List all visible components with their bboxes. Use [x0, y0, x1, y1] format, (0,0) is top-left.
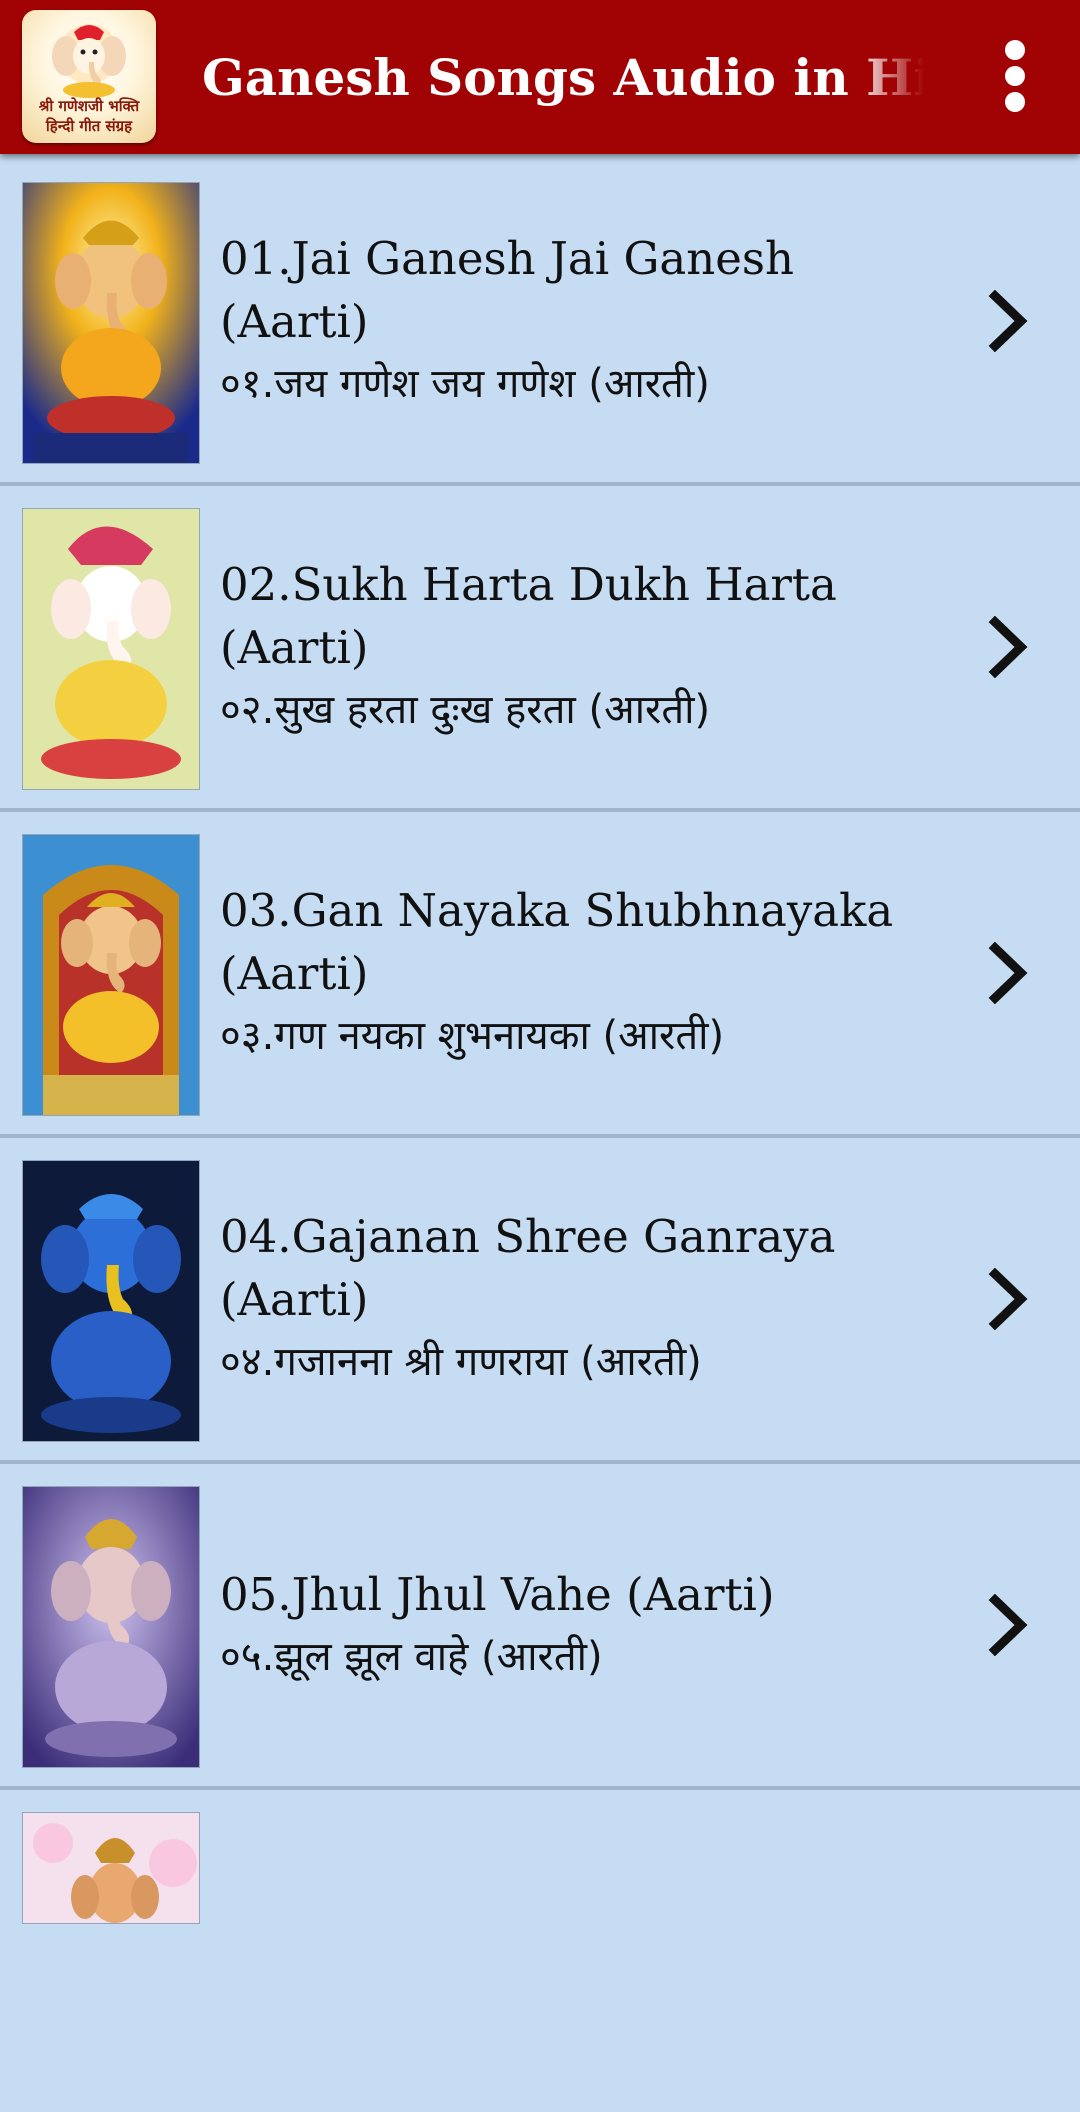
song-text: 02.Sukh Harta Dukh Harta (Aarti) ०२.सुख …: [220, 486, 950, 808]
song-list-item[interactable]: 04.Gajanan Shree Ganraya (Aarti) ०४.गजान…: [0, 1138, 1080, 1460]
logo-text-line2: हिन्दी गीत संग्रह: [45, 117, 133, 135]
app-logo: श्री गणेशजी भक्ति हिन्दी गीत संग्रह: [22, 10, 156, 143]
chevron-right-icon: [988, 616, 1028, 678]
song-title: 01.Jai Ganesh Jai Ganesh (Aarti): [220, 232, 794, 348]
ganesha-image: [23, 1813, 199, 1923]
song-subtitle: ०३.गण नयका शुभनायका (आरती): [220, 1013, 725, 1059]
song-thumbnail: [22, 1812, 200, 1924]
song-subtitle: ०२.सुख हरता दुःख हरता (आरती): [220, 687, 711, 733]
logo-text-line1: श्री गणेशजी भक्ति: [38, 97, 140, 115]
song-thumbnail: [22, 508, 200, 790]
app-bar: श्री गणेशजी भक्ति हिन्दी गीत संग्रह Gane…: [0, 0, 1080, 154]
ganesha-image: [23, 509, 199, 789]
song-text: 03.Gan Nayaka Shubhnayaka (Aarti) ०३.गण …: [220, 812, 950, 1134]
ganesha-image: [23, 183, 199, 463]
more-vert-icon[interactable]: [990, 36, 1040, 116]
song-text: 01.Jai Ganesh Jai Ganesh (Aarti) ०१.जय ग…: [220, 160, 950, 482]
song-list-item[interactable]: 03.Gan Nayaka Shubhnayaka (Aarti) ०३.गण …: [0, 812, 1080, 1134]
song-list-item[interactable]: 01.Jai Ganesh Jai Ganesh (Aarti) ०१.जय ग…: [0, 160, 1080, 482]
ganesha-image: [23, 835, 199, 1115]
song-subtitle: ०५.झूल झूल वाहे (आरती): [220, 1633, 603, 1680]
song-subtitle: ०४.गजानना श्री गणराया (आरती): [220, 1339, 702, 1385]
song-title: 02.Sukh Harta Dukh Harta (Aarti): [220, 558, 837, 674]
song-subtitle: ०१.जय गणेश जय गणेश (आरती): [220, 361, 710, 407]
ganesha-image: [23, 1161, 199, 1441]
chevron-right-icon: [988, 1594, 1028, 1656]
song-list-item[interactable]: 05.Jhul Jhul Vahe (Aarti) ०५.झूल झूल वाह…: [0, 1464, 1080, 1786]
ganesha-image: [23, 1487, 199, 1767]
song-title: 03.Gan Nayaka Shubhnayaka (Aarti): [220, 884, 894, 1000]
chevron-right-icon: [988, 942, 1028, 1004]
song-title: 05.Jhul Jhul Vahe (Aarti): [220, 1567, 775, 1621]
song-thumbnail: [22, 182, 200, 464]
app-title: Ganesh Songs Audio in Hindi: [202, 48, 924, 107]
song-thumbnail: [22, 834, 200, 1116]
song-title: 04.Gajanan Shree Ganraya (Aarti): [220, 1210, 836, 1326]
app-title-container: Ganesh Songs Audio in Hindi: [202, 40, 924, 116]
chevron-right-icon: [988, 1268, 1028, 1330]
song-text: 05.Jhul Jhul Vahe (Aarti) ०५.झूल झूल वाह…: [220, 1464, 950, 1786]
song-text: 04.Gajanan Shree Ganraya (Aarti) ०४.गजान…: [220, 1138, 950, 1460]
song-thumbnail: [22, 1160, 200, 1442]
song-list-item[interactable]: 02.Sukh Harta Dukh Harta (Aarti) ०२.सुख …: [0, 486, 1080, 808]
song-list-item[interactable]: [0, 1790, 1080, 2112]
song-thumbnail: [22, 1486, 200, 1768]
chevron-right-icon: [988, 290, 1028, 352]
